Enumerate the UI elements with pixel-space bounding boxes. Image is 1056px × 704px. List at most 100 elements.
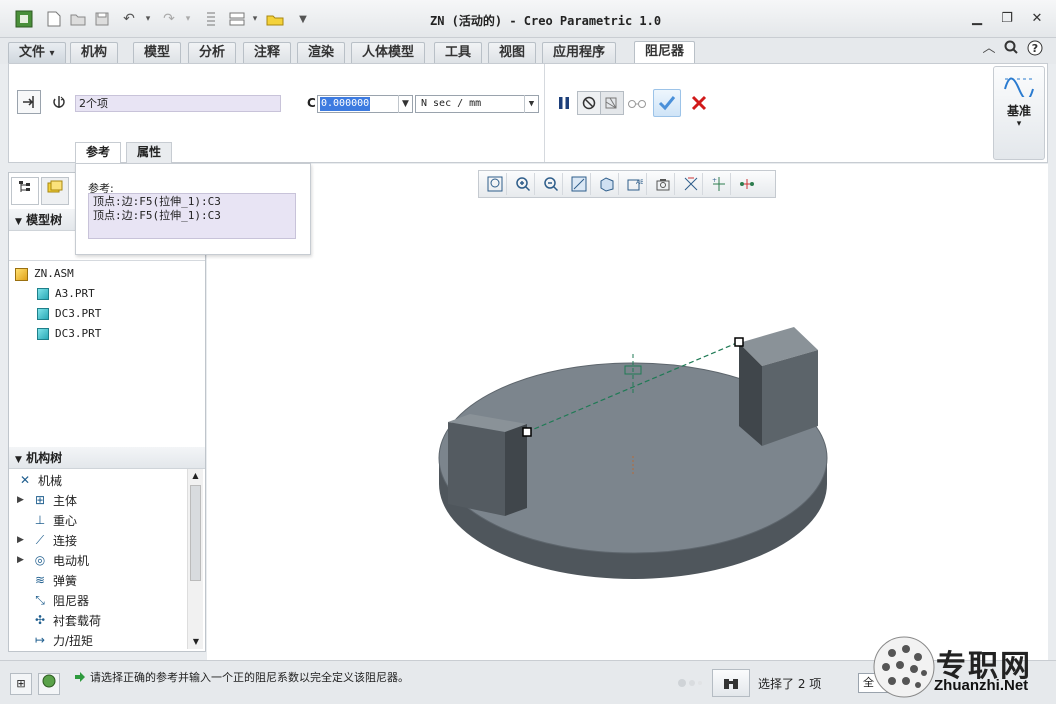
mechanism-icon: ✕ [19,473,31,487]
tree-item-gravity[interactable]: ⊥ 重心 [17,510,77,530]
tab-references[interactable]: 参考 [75,142,122,164]
redo-icon[interactable]: ↷ [158,8,180,30]
search-icon[interactable] [1002,40,1020,58]
restore-icon[interactable]: ❐ [996,10,1018,28]
cancel-button[interactable] [687,91,711,115]
left-block-front [448,422,505,516]
scroll-down-icon[interactable]: ▼ [188,635,204,649]
save-icon[interactable] [92,8,112,30]
tree-item-label: 主体 [53,493,78,508]
minimize-icon[interactable]: ▁ [966,10,988,28]
tab-model[interactable]: 模型 [133,42,182,64]
mechanism-tree-title: 机构树 [26,451,63,465]
tree-item-dampers[interactable]: ⤡ 阻尼器 [17,590,89,610]
close-window-folder-icon[interactable] [264,8,286,30]
tree-item-bodies[interactable]: ▶ ⊞ 主体 [17,490,77,510]
zoom-out-icon[interactable] [539,173,563,195]
toggle-navigator-icon[interactable]: ⊞ [10,673,32,695]
tree-item-label: 电动机 [53,553,90,568]
tree-item-force-torque[interactable]: ↦ 力/扭矩 [17,630,93,650]
tree-item-springs[interactable]: ≋ 弹簧 [17,570,77,590]
references-list[interactable]: 顶点:边:F5(拉伸_1):C3 顶点:边:F5(拉伸_1):C3 [88,193,296,239]
expand-icon[interactable]: ▶ [17,495,27,505]
help-icon[interactable]: ? [1026,40,1044,58]
watermark-en: Zhuanzhi.Net [934,677,1029,694]
windows-icon[interactable] [226,8,248,30]
customize-toolbar-icon[interactable]: ▼ [294,8,312,30]
regenerate-icon[interactable] [200,8,222,30]
tab-damper[interactable]: 阻尼器 [634,41,696,64]
damping-coefficient-input[interactable]: 0.000000 ▼ [317,95,413,113]
tab-properties[interactable]: 属性 [126,142,173,163]
datum-display-icon[interactable] [679,173,703,195]
scroll-up-icon[interactable]: ▲ [188,469,203,483]
tab-manikin[interactable]: 人体模型 [351,42,426,64]
verify-glasses-icon[interactable] [625,91,649,115]
tree-item-mechanism[interactable]: ✕ 机械 [17,470,62,490]
annotation-display-icon[interactable]: + [707,173,731,195]
redo-dropdown-icon[interactable]: ▾ [182,8,194,30]
rotational-damper-icon[interactable] [47,90,71,114]
display-style-icon[interactable] [595,173,619,195]
preview-icon[interactable] [600,91,624,115]
expand-icon[interactable]: ▶ [17,535,27,545]
mechanism-tree-header[interactable]: ▼ 机构树 [9,447,205,469]
reference-item[interactable]: 顶点:边:F5(拉伸_1):C3 [93,195,291,209]
svg-text:+: + [712,177,717,184]
reference-item[interactable]: 顶点:边:F5(拉伸_1):C3 [93,209,291,223]
scroll-thumb[interactable] [190,485,201,581]
toggle-browser-icon[interactable] [38,673,60,695]
tab-annotate[interactable]: 注释 [243,42,292,64]
tab-file[interactable]: 文件 ▾ [8,42,66,64]
tab-view[interactable]: 视图 [488,42,537,64]
folder-browser-tab-icon[interactable] [41,177,69,205]
refit-icon[interactable] [483,173,507,195]
model-tree-tab-icon[interactable] [11,177,39,205]
windows-dropdown-icon[interactable]: ▾ [250,8,260,30]
undo-dropdown-icon[interactable]: ▾ [142,8,154,30]
expand-icon[interactable]: ▶ [17,555,27,565]
tree-item-part[interactable]: DC3.PRT [37,324,101,344]
translational-damper-icon[interactable] [17,90,41,114]
units-select[interactable]: N sec / mm ▼ [415,95,539,113]
mechanism-tree-scrollbar[interactable]: ▲ ▼ [187,469,203,649]
tree-item-part[interactable]: DC3.PRT [37,304,101,324]
tree-item-bushing-loads[interactable]: ✣ 衬套载荷 [17,610,101,630]
pause-icon[interactable] [552,91,576,115]
view-manager-icon[interactable] [651,173,675,195]
tree-item-connections[interactable]: ▶ ⟋ 连接 [17,530,77,550]
coefficient-dropdown-icon[interactable]: ▼ [398,95,412,113]
open-folder-icon[interactable] [68,8,88,30]
no-preview-icon[interactable] [577,91,601,115]
tree-item-assembly[interactable]: ZN.ASM [15,264,74,284]
coefficient-label: C [307,96,316,110]
graphics-window[interactable] [207,164,1048,660]
tab-applications[interactable]: 应用程序 [542,42,617,64]
tab-render[interactable]: 渲染 [297,42,346,64]
model-view[interactable] [207,164,1048,660]
tree-item-motors[interactable]: ▶ ◎ 电动机 [17,550,89,570]
spin-center-icon[interactable] [735,173,759,195]
repaint-icon[interactable] [567,173,591,195]
collapse-mechanism-tree-icon[interactable]: ▼ [15,455,22,465]
minimize-ribbon-icon[interactable]: ︿ [980,40,998,58]
confirm-button[interactable] [653,89,681,117]
tab-analysis[interactable]: 分析 [188,42,237,64]
new-file-icon[interactable] [44,8,64,30]
collapse-model-tree-icon[interactable]: ▼ [15,217,22,227]
tree-item-label: 重心 [53,513,78,528]
zoom-in-icon[interactable] [511,173,535,195]
tree-item-part[interactable]: A3.PRT [37,284,95,304]
tab-tools[interactable]: 工具 [434,42,483,64]
status-message: 请选择正确的参考并输入一个正的阻尼系数以完全定义该阻尼器。 [74,669,409,685]
units-dropdown-icon[interactable]: ▼ [524,95,538,113]
references-collector[interactable]: 2个项 [75,95,281,112]
x-icon [691,95,707,111]
close-icon[interactable]: ✕ [1026,10,1048,28]
undo-icon[interactable]: ↶ [118,8,140,30]
datum-button[interactable]: 基准 ▾ [993,66,1045,160]
find-button[interactable] [712,669,750,697]
assembly-icon [15,267,28,281]
saved-orientations-icon[interactable]: AB [623,173,647,195]
tab-mechanism[interactable]: 机构 [70,42,119,64]
